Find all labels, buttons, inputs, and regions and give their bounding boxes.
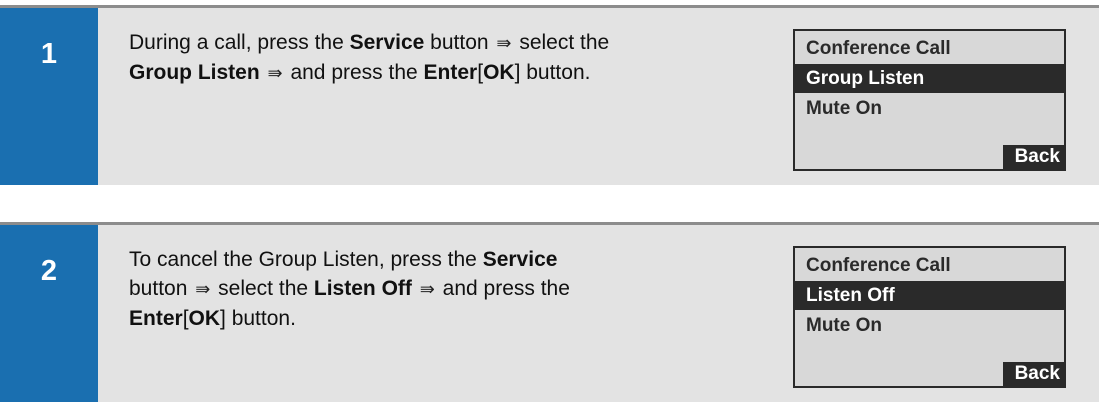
instruction-text xyxy=(260,61,266,84)
step-number-block: 2 xyxy=(0,225,98,402)
menu-item-conference-call: Conference Call xyxy=(806,255,951,276)
arrow-icon: ⇛ xyxy=(195,279,211,299)
bold-term: OK xyxy=(188,307,221,330)
back-softkey: Back xyxy=(1002,362,1064,386)
back-softkey: Back xyxy=(1002,145,1064,169)
arrow-icon: ⇛ xyxy=(496,33,512,53)
instruction-text: and press the xyxy=(436,277,570,300)
instruction-text: ] button. xyxy=(514,61,591,84)
step-instruction: During a call, press the Service button … xyxy=(129,28,769,88)
instruction-text: and press the xyxy=(284,61,424,84)
instruction-text xyxy=(412,277,418,300)
instruction-text: To cancel the Group Listen, press the xyxy=(129,248,483,271)
step-number-block: 1 xyxy=(0,8,98,185)
instruction-text: select the xyxy=(212,277,314,300)
instruction-text: button xyxy=(424,31,495,54)
step-number: 2 xyxy=(40,255,58,287)
step-number: 1 xyxy=(40,38,58,70)
instruction-text: During a call, press the xyxy=(129,31,350,54)
bold-term: OK xyxy=(483,61,515,84)
arrow-icon: ⇛ xyxy=(419,279,435,299)
step-1: 1 During a call, press the Service butto… xyxy=(0,5,1099,185)
phone-screen: Conference Call Group Listen Mute On Bac… xyxy=(793,29,1066,171)
instruction-text: button xyxy=(129,277,194,300)
menu-item-listen-off-selected: Listen Off xyxy=(795,281,1064,310)
bold-term: Group Listen xyxy=(129,61,260,84)
bold-term: Enter xyxy=(423,61,478,84)
step-instruction: To cancel the Group Listen, press the Se… xyxy=(129,245,769,333)
menu-item-conference-call: Conference Call xyxy=(806,38,951,59)
instruction-text: ] button. xyxy=(220,307,296,330)
phone-screen: Conference Call Listen Off Mute On Back xyxy=(793,246,1066,388)
instruction-text: select the xyxy=(513,31,610,54)
bold-term: Enter xyxy=(129,307,183,330)
step-2: 2 To cancel the Group Listen, press the … xyxy=(0,222,1099,402)
menu-item-mute-on: Mute On xyxy=(806,98,882,119)
bold-term: Service xyxy=(482,248,558,271)
arrow-icon: ⇛ xyxy=(267,63,283,83)
bold-term: Service xyxy=(349,31,425,54)
menu-item-mute-on: Mute On xyxy=(806,315,882,336)
bold-term: Listen Off xyxy=(313,277,412,300)
menu-item-group-listen-selected: Group Listen xyxy=(795,64,1064,93)
